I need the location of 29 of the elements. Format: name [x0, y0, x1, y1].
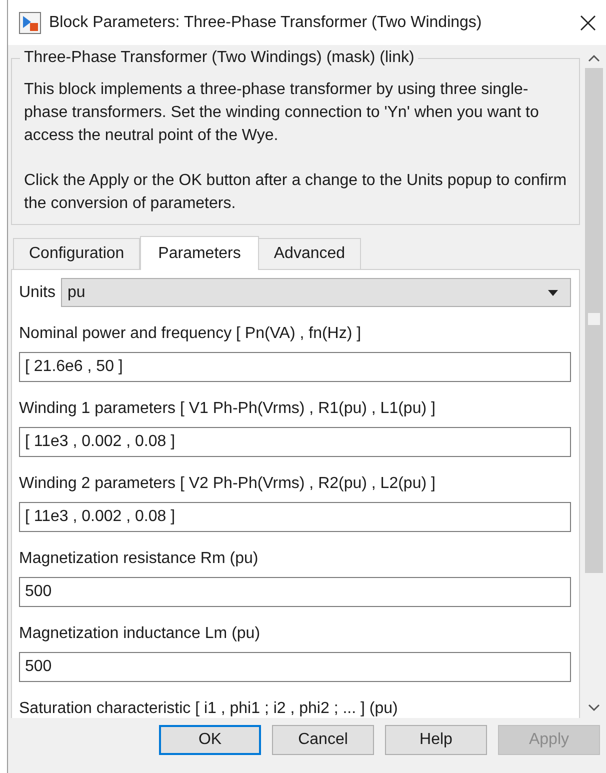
- dialog-button[interactable]: Cancel: [272, 725, 374, 755]
- dialog-button[interactable]: Help: [385, 725, 487, 755]
- input-field[interactable]: [ 11e3 , 0.002 , 0.08 ]: [19, 502, 571, 532]
- input-field[interactable]: 500: [19, 577, 571, 607]
- panel-title: Three-Phase Transformer (Two Windings) (mask) (link): [20, 48, 418, 68]
- window-title: Block Parameters: Three-Phase Transformer (Two Windings): [49, 12, 483, 32]
- units-label: Units: [19, 282, 56, 302]
- units-dropdown[interactable]: pu: [61, 278, 571, 307]
- tab[interactable]: Parameters: [140, 236, 259, 270]
- description-text: This block implements a three-phase transformer by using three single-phase transformers. Set the winding connection to 'Yn' when you want to access the neutral point of the Wye.: [24, 80, 540, 146]
- scroll-thumb[interactable]: [585, 68, 603, 573]
- dialog-button[interactable]: OK: [159, 725, 261, 755]
- parameter-label: Winding 2 parameters [ V2 Ph-Ph(Vrms) , R2(pu) , L2(pu) ]: [19, 474, 436, 494]
- input-field[interactable]: [ 21.6e6 , 50 ]: [19, 352, 571, 382]
- input-field[interactable]: 500: [19, 652, 571, 682]
- input-field[interactable]: [ 11e3 , 0.002 , 0.08 ]: [19, 427, 571, 457]
- parameter-label: Saturation characteristic [ i1 , phi1 ; i2 , phi2 ; ... ] (pu): [19, 699, 399, 718]
- parameter-label: Winding 1 parameters [ V1 Ph-Ph(Vrms) , R1(pu) , L1(pu) ]: [19, 399, 436, 419]
- block-icon: [19, 12, 41, 34]
- scroll-up-icon[interactable]: [588, 54, 600, 62]
- parameter-label: Nominal power and frequency [ Pn(VA) , fn(Hz) ]: [19, 324, 362, 344]
- parameter-label: Magnetization inductance Lm (pu): [19, 624, 262, 644]
- parameter-label: Magnetization resistance Rm (pu): [19, 549, 260, 569]
- tab[interactable]: Advanced: [258, 238, 362, 269]
- scroll-down-icon[interactable]: [588, 704, 600, 712]
- tab[interactable]: Configuration: [13, 238, 140, 269]
- close-icon[interactable]: [580, 14, 596, 30]
- dropdown-caret-icon: [548, 290, 558, 296]
- description-text: Click the Apply or the OK button after a change to the Units popup to confirm the conversion of parameters.: [24, 171, 567, 214]
